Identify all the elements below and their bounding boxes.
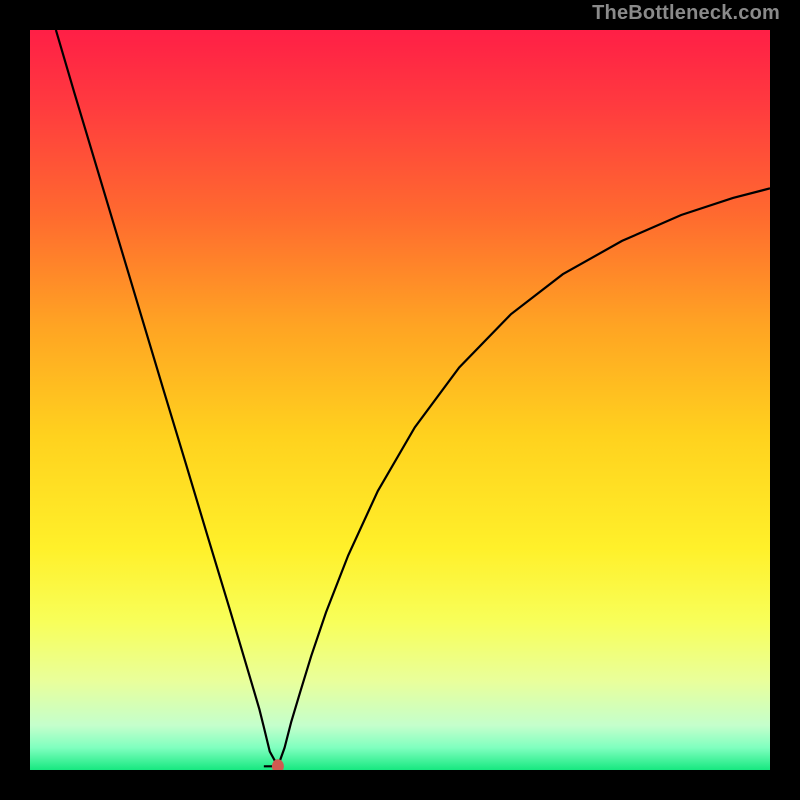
gradient-background [30,30,770,770]
watermark-text: TheBottleneck.com [592,2,780,25]
bottleneck-chart [30,30,770,770]
chart-frame: TheBottleneck.com [0,0,800,800]
